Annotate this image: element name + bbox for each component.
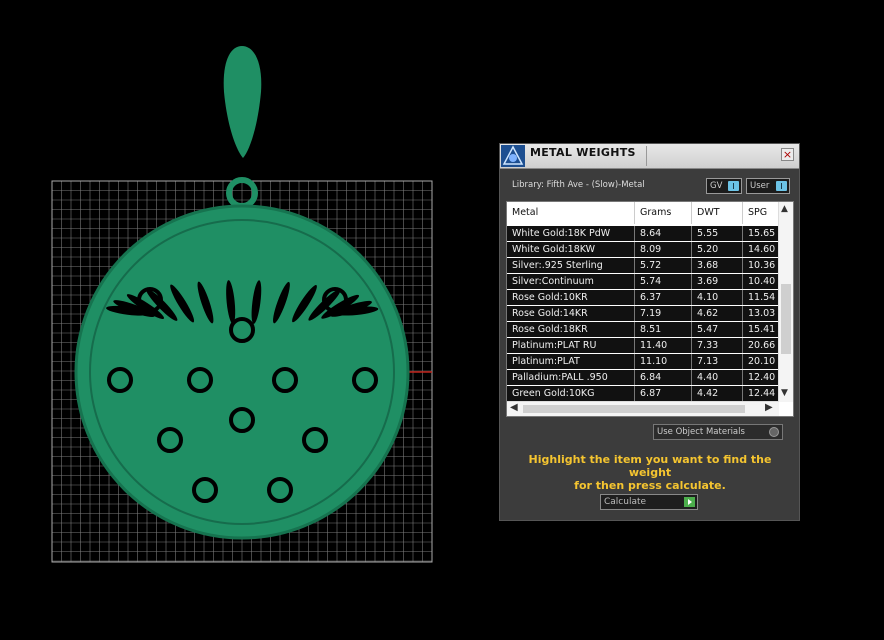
- metal-weights-panel: METAL WEIGHTS × Library: Fifth Ave - (Sl…: [499, 143, 800, 521]
- cell-spg: 15.41: [743, 322, 779, 337]
- cell-spg: 13.03: [743, 306, 779, 321]
- rhino-logo-icon: [501, 145, 525, 167]
- use-object-materials-label: Use Object Materials: [657, 427, 745, 437]
- instructions-line-1: Highlight the item you want to find the …: [528, 453, 772, 479]
- cell-spg: 11.54: [743, 290, 779, 305]
- cell-grams: 5.72: [635, 258, 692, 273]
- cell-grams: 8.64: [635, 226, 692, 241]
- column-header-grams[interactable]: Grams: [635, 202, 692, 224]
- cell-metal: Rose Gold:18KR: [507, 322, 635, 337]
- table-row[interactable]: White Gold:18K PdW 8.64 5.55 15.65: [507, 226, 779, 241]
- column-header-spg[interactable]: SPG: [743, 202, 779, 224]
- cell-grams: 11.40: [635, 338, 692, 353]
- scroll-down-icon[interactable]: ▼: [781, 388, 788, 398]
- cell-metal: Rose Gold:14KR: [507, 306, 635, 321]
- gv-toggle[interactable]: GV: [706, 178, 742, 194]
- gv-toggle-label: GV: [710, 181, 723, 191]
- cell-dwt: 4.42: [692, 386, 743, 401]
- instructions-text: Highlight the item you want to find the …: [510, 453, 790, 492]
- scroll-right-icon[interactable]: ▶: [765, 402, 773, 413]
- metal-weights-table[interactable]: Metal Grams DWT SPG White Gold:18K PdW 8.…: [506, 201, 794, 417]
- radio-icon[interactable]: [769, 427, 779, 437]
- table-header: Metal Grams DWT SPG: [507, 202, 779, 226]
- calculate-label: Calculate: [604, 497, 647, 507]
- cell-grams: 6.84: [635, 370, 692, 385]
- cell-dwt: 4.10: [692, 290, 743, 305]
- cell-grams: 11.10: [635, 354, 692, 369]
- user-toggle-label: User: [750, 181, 770, 191]
- column-header-dwt[interactable]: DWT: [692, 202, 743, 224]
- panel-titlebar[interactable]: METAL WEIGHTS ×: [500, 144, 799, 169]
- horizontal-scroll-thumb[interactable]: [523, 405, 745, 413]
- cell-dwt: 5.47: [692, 322, 743, 337]
- cell-spg: 12.40: [743, 370, 779, 385]
- cell-spg: 10.40: [743, 274, 779, 289]
- cell-grams: 5.74: [635, 274, 692, 289]
- cell-spg: 15.65: [743, 226, 779, 241]
- cell-metal: Palladium:PALL .950: [507, 370, 635, 385]
- table-row[interactable]: Green Gold:10KG 6.87 4.42 12.44: [507, 386, 779, 401]
- table-row[interactable]: Rose Gold:10KR 6.37 4.10 11.54: [507, 290, 779, 305]
- vertical-scroll-thumb[interactable]: [781, 284, 791, 354]
- cell-dwt: 4.40: [692, 370, 743, 385]
- table-row[interactable]: Platinum:PLAT 11.10 7.13 20.10: [507, 354, 779, 369]
- cell-dwt: 7.13: [692, 354, 743, 369]
- cell-metal: Platinum:PLAT: [507, 354, 635, 369]
- table-row[interactable]: Rose Gold:18KR 8.51 5.47 15.41: [507, 322, 779, 337]
- table-row[interactable]: Palladium:PALL .950 6.84 4.40 12.40: [507, 370, 779, 385]
- cell-dwt: 5.55: [692, 226, 743, 241]
- cell-spg: 20.10: [743, 354, 779, 369]
- calculate-button[interactable]: Calculate: [600, 494, 698, 510]
- cell-grams: 7.19: [635, 306, 692, 321]
- pendant-disc: [74, 204, 410, 540]
- column-header-metal[interactable]: Metal: [507, 202, 635, 224]
- table-row[interactable]: Rose Gold:14KR 7.19 4.62 13.03: [507, 306, 779, 321]
- cell-metal: Rose Gold:10KR: [507, 290, 635, 305]
- use-object-materials-option[interactable]: Use Object Materials: [653, 424, 783, 440]
- cell-grams: 8.09: [635, 242, 692, 257]
- close-button[interactable]: ×: [781, 148, 794, 161]
- cell-metal: White Gold:18K PdW: [507, 226, 635, 241]
- user-switch-icon: [776, 181, 787, 191]
- cell-dwt: 3.68: [692, 258, 743, 273]
- cell-metal: White Gold:18KW: [507, 242, 635, 257]
- cell-dwt: 7.33: [692, 338, 743, 353]
- scroll-left-icon[interactable]: ◀: [510, 402, 518, 413]
- cell-spg: 20.66: [743, 338, 779, 353]
- play-arrow-icon: [684, 497, 695, 507]
- user-toggle[interactable]: User: [746, 178, 790, 194]
- table-row[interactable]: Silver:.925 Sterling 5.72 3.68 10.36: [507, 258, 779, 273]
- cell-metal: Silver:.925 Sterling: [507, 258, 635, 273]
- cell-spg: 12.44: [743, 386, 779, 401]
- cell-dwt: 5.20: [692, 242, 743, 257]
- table-row[interactable]: Platinum:PLAT RU 11.40 7.33 20.66: [507, 338, 779, 353]
- cell-grams: 6.87: [635, 386, 692, 401]
- cell-grams: 6.37: [635, 290, 692, 305]
- table-row[interactable]: White Gold:18KW 8.09 5.20 14.60: [507, 242, 779, 257]
- pendant-drop: [223, 46, 262, 158]
- close-icon: ×: [782, 148, 793, 161]
- scroll-up-icon[interactable]: ▲: [781, 204, 788, 214]
- cell-grams: 8.51: [635, 322, 692, 337]
- cell-metal: Platinum:PLAT RU: [507, 338, 635, 353]
- horizontal-scrollbar[interactable]: ◀ ▶: [507, 401, 779, 416]
- cell-metal: Silver:Continuum: [507, 274, 635, 289]
- panel-title: METAL WEIGHTS: [530, 146, 636, 159]
- cell-spg: 10.36: [743, 258, 779, 273]
- library-label: Library: Fifth Ave - (Slow)-Metal: [512, 180, 645, 190]
- title-divider: [646, 146, 647, 166]
- cell-metal: Green Gold:10KG: [507, 386, 635, 401]
- cell-spg: 14.60: [743, 242, 779, 257]
- cell-dwt: 3.69: [692, 274, 743, 289]
- gv-switch-icon: [728, 181, 739, 191]
- vertical-scrollbar[interactable]: ▲ ▼: [778, 202, 793, 402]
- instructions-line-2: for then press calculate.: [574, 479, 726, 492]
- cell-dwt: 4.62: [692, 306, 743, 321]
- table-row[interactable]: Silver:Continuum 5.74 3.69 10.40: [507, 274, 779, 289]
